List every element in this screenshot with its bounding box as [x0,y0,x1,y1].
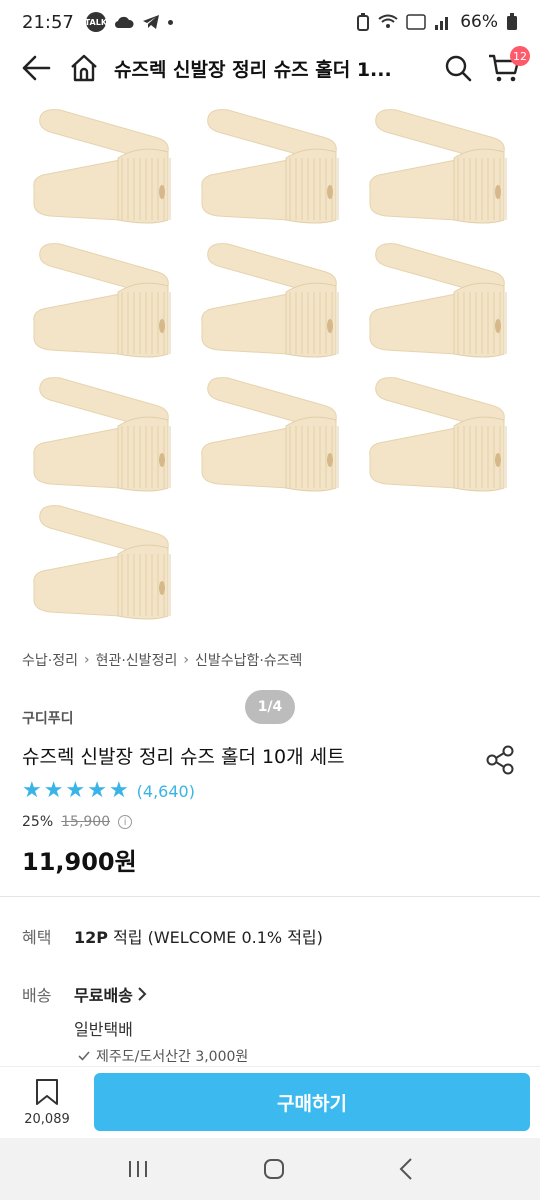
section-divider [0,896,540,897]
shoe-holder-image [30,376,180,496]
chevron-right-icon [138,987,147,1001]
discount-rate: 25% [22,814,54,830]
shoe-holder-image [198,242,348,362]
status-right-icons: 66% [356,12,518,32]
shoe-holder-image [198,108,348,228]
shoe-holder-image [366,376,516,496]
status-time: 21:57 [22,11,74,33]
shipping-method: 일반택배 [74,1020,133,1039]
shipping-label: 배송 [22,986,52,1005]
search-button[interactable] [438,48,478,88]
cart-button[interactable]: 12 [484,46,530,88]
bottom-action-bar: 20,089 구매하기 [0,1066,540,1138]
alarm-battery-icon [357,13,370,31]
shoe-holder-image [198,376,348,496]
shipping-note-text: 제주도/도서산간 3,000원 [96,1049,249,1065]
app-header: 슈즈렉 신발장 정리 슈즈 홀더 1... 12 [0,44,540,92]
home-icon [71,54,97,82]
product-name: 슈즈렉 신발장 정리 슈즈 홀더 10개 세트 [22,746,345,768]
back-nav-icon[interactable] [398,1157,414,1181]
share-icon [486,745,514,775]
product-image-gallery[interactable]: 1/4 [0,100,540,724]
shoe-holder-image [30,242,180,362]
share-button[interactable] [484,744,516,776]
benefit-text: 적립 (WELCOME 0.1% 적립) [108,928,323,947]
check-icon [78,1051,90,1061]
star-icon: ★ [22,778,42,803]
home-nav-icon[interactable] [262,1157,286,1181]
signal-icon [435,17,449,30]
page-title: 슈즈렉 신발장 정리 슈즈 홀더 1... [114,58,392,81]
breadcrumb-item-entrance[interactable]: 현관·신발정리 [96,650,178,670]
chevron-right-icon: › [83,652,90,668]
shoe-holder-image [366,108,516,228]
sale-price: 11,900원 [22,848,137,876]
original-price: 15,900 [61,814,111,830]
discount-row: 25% 15,900 i [22,814,133,830]
shoe-holder-image [30,108,180,228]
status-left-icons: TALK [85,12,173,32]
wifi-icon [378,14,398,28]
review-count: (4,640) [136,781,195,801]
recent-apps-icon[interactable] [126,1159,150,1179]
cloud-icon [114,16,134,29]
kakaotalk-icon: TALK [85,12,107,32]
cart-count-badge: 12 [510,46,530,66]
buy-button[interactable]: 구매하기 [94,1073,530,1131]
shipping-value: 무료배송 [74,986,133,1005]
back-button[interactable] [16,48,56,88]
home-button[interactable] [64,48,104,88]
star-icon: ★ [43,778,64,803]
gallery-page-indicator: 1/4 [245,690,295,724]
star-icon: ★ [65,778,86,803]
breadcrumb: 수납·정리 › 현관·신발정리 › 신발수납함·슈즈렉 [22,650,302,670]
search-icon [445,55,472,82]
status-bar: 21:57 TALK 66% [0,0,540,44]
shipping-note: 제주도/도서산간 3,000원 [78,1046,248,1066]
volte-icon [406,14,426,30]
star-icon: ★ [108,778,129,803]
shoe-holder-image [30,504,180,624]
chevron-right-icon: › [183,652,189,668]
system-nav-bar [0,1138,540,1200]
breadcrumb-item-storage[interactable]: 수납·정리 [22,650,78,670]
seller-name[interactable]: 구디푸디 [22,708,74,728]
breadcrumb-item-shoe-rack[interactable]: 신발수납함·슈즈렉 [195,650,303,670]
telegram-icon [142,15,159,29]
info-icon[interactable]: i [118,815,133,829]
notification-dot-icon [167,19,173,25]
arrow-left-icon [22,55,51,81]
benefit-label: 혜택 [22,928,52,947]
shipping-info-link[interactable]: 무료배송 [74,982,147,1006]
benefit-points: 12P [74,928,108,947]
benefit-value: 12P 적립 (WELCOME 0.1% 적립) [74,924,323,948]
wishlist-button[interactable]: 20,089 [10,1078,84,1127]
shoe-holder-image [366,242,516,362]
star-icon: ★ [87,778,107,803]
battery-icon [507,13,517,30]
bookmark-icon [36,1079,58,1105]
rating-row[interactable]: ★ ★ ★ ★ ★ (4,640) [22,780,195,802]
battery-percent: 66% [460,12,498,32]
wishlist-count: 20,089 [24,1112,70,1127]
